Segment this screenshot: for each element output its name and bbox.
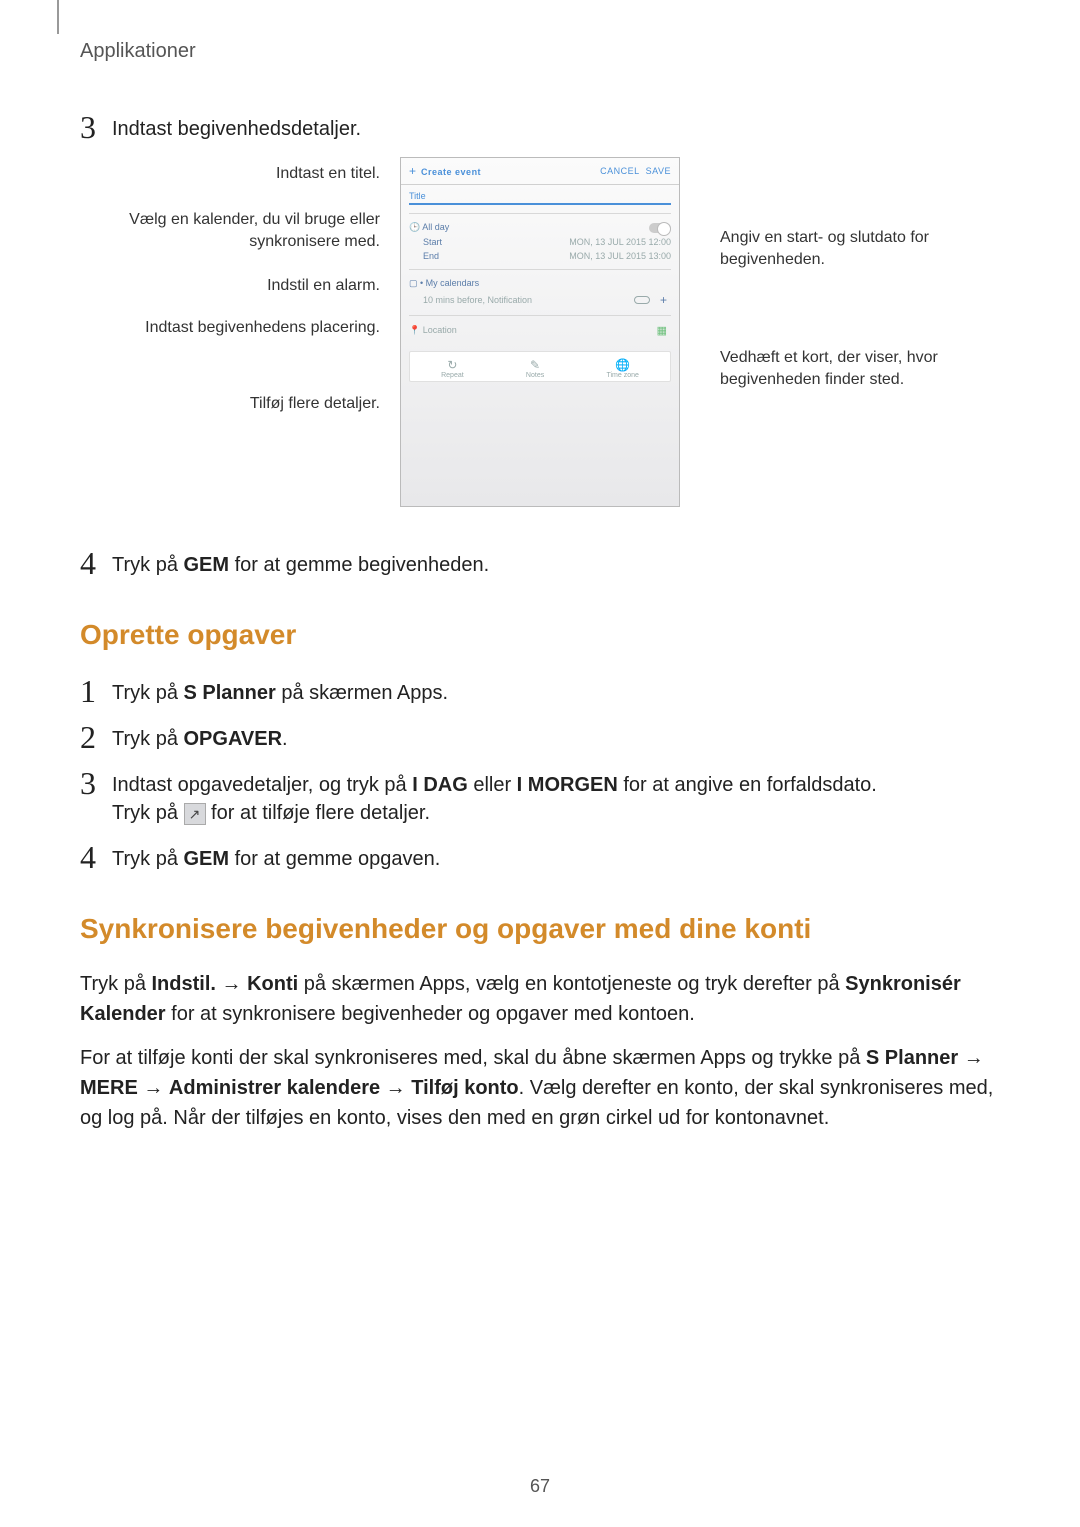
- t: GEM: [184, 554, 230, 576]
- mock-save: SAVE: [646, 166, 671, 176]
- step-number: 2: [80, 721, 112, 753]
- mock-allday: All day: [422, 222, 449, 232]
- mock-end-date: MON, 13 JUL 2015 13:00: [569, 251, 671, 261]
- t: Tryk på: [112, 682, 184, 704]
- mock-start: Start: [423, 237, 442, 247]
- mock-mycal: My calendars: [426, 278, 480, 288]
- step-number: 4: [80, 841, 112, 873]
- t: MERE: [80, 1077, 138, 1099]
- step-number: 4: [80, 547, 112, 579]
- t: Tryk på: [80, 973, 152, 995]
- callout-map: Vedhæft et kort, der viser, hvor begiven…: [720, 347, 980, 391]
- arrow-icon: →: [216, 973, 247, 995]
- callout-alarm: Indstil en alarm.: [120, 275, 380, 297]
- expand-icon: ↗: [184, 803, 206, 825]
- section-heading-sync: Synkronisere begivenheder og opgaver med…: [80, 913, 1000, 945]
- plus-icon: +: [409, 164, 416, 178]
- step-text: Tryk på GEM for at gemme begivenheden.: [112, 547, 489, 579]
- t: for at gemme begivenheden.: [229, 554, 489, 576]
- t: for at synkronisere begivenheder og opga…: [166, 1003, 695, 1025]
- t: Tryk på: [112, 554, 184, 576]
- callout-more: Tilføj flere detaljer.: [120, 393, 380, 415]
- t: Indstil.: [152, 973, 216, 995]
- task-step-3: 3 Indtast opgavedetaljer, og tryk på I D…: [80, 767, 1000, 827]
- phone-mockup: + Create event CANCEL SAVE Title 🕒 All d…: [400, 157, 680, 507]
- mock-cancel: CANCEL: [600, 166, 640, 176]
- plus-icon: +: [660, 293, 671, 307]
- mock-start-date: MON, 13 JUL 2015 12:00: [569, 237, 671, 247]
- step-number: 3: [80, 767, 112, 799]
- t: I MORGEN: [517, 774, 618, 796]
- t: for at gemme opgaven.: [229, 848, 440, 870]
- callout-location: Indtast begivenhedens placering.: [120, 317, 380, 339]
- icn-notes: Notes: [526, 372, 544, 379]
- icn-tz: Time zone: [606, 372, 638, 379]
- arrow-icon: →: [138, 1077, 169, 1099]
- repeat-icon: ↻: [441, 358, 464, 372]
- section-heading-tasks: Oprette opgaver: [80, 619, 1000, 651]
- arrow-icon: →: [380, 1077, 411, 1099]
- t: For at tilføje konti der skal synkronise…: [80, 1047, 866, 1069]
- vertical-page-rule: [57, 0, 59, 34]
- t: for at angive en forfaldsdato.: [618, 774, 877, 796]
- mock-reminder: 10 mins before, Notification: [423, 295, 532, 305]
- t: I DAG: [412, 774, 468, 796]
- mock-title-field: Title: [409, 189, 671, 205]
- globe-icon: 🌐: [606, 358, 638, 372]
- t: OPGAVER: [184, 728, 283, 750]
- toggle-icon: [649, 223, 671, 233]
- t: Konti: [247, 973, 298, 995]
- page-number: 67: [0, 1476, 1080, 1497]
- step-text: Tryk på GEM for at gemme opgaven.: [112, 841, 440, 873]
- task-step-1: 1 Tryk på S Planner på skærmen Apps.: [80, 675, 1000, 707]
- mock-location: Location: [423, 325, 457, 335]
- step-number: 1: [80, 675, 112, 707]
- t: på skærmen Apps, vælg en kontotjeneste o…: [298, 973, 845, 995]
- step-text: Tryk på OPGAVER.: [112, 721, 288, 753]
- sync-paragraph-2: For at tilføje konti der skal synkronise…: [80, 1043, 1000, 1133]
- t: for at tilføje flere detaljer.: [206, 802, 431, 824]
- step-text: Tryk på S Planner på skærmen Apps.: [112, 675, 448, 707]
- task-step-4: 4 Tryk på GEM for at gemme opgaven.: [80, 841, 1000, 873]
- chapter-title: Applikationer: [80, 40, 1000, 63]
- t: på skærmen Apps.: [276, 682, 448, 704]
- t: Tilføj konto: [411, 1077, 518, 1099]
- sync-paragraph-1: Tryk på Indstil. → Konti på skærmen Apps…: [80, 969, 1000, 1029]
- step-4: 4 Tryk på GEM for at gemme begivenheden.: [80, 547, 1000, 579]
- t: eller: [468, 774, 517, 796]
- t: Tryk på: [112, 802, 184, 824]
- figure-create-event: Indtast en titel. Vælg en kalender, du v…: [80, 157, 1000, 507]
- t: S Planner: [866, 1047, 958, 1069]
- callout-dates: Angiv en start- og slutdato for begivenh…: [720, 227, 980, 271]
- step-3: 3 Indtast begivenhedsdetaljer.: [80, 111, 1000, 143]
- icn-repeat: Repeat: [441, 372, 464, 379]
- map-icon: ▦: [657, 324, 671, 337]
- step-text: Indtast opgavedetaljer, og tryk på I DAG…: [112, 767, 877, 827]
- step-number: 3: [80, 111, 112, 143]
- notes-icon: ✎: [526, 358, 544, 372]
- callout-title: Indtast en titel.: [120, 163, 380, 185]
- callout-calendar: Vælg en kalender, du vil bruge eller syn…: [120, 209, 380, 253]
- t: Tryk på: [112, 728, 184, 750]
- mock-create-event: Create event: [421, 167, 481, 177]
- t: .: [282, 728, 288, 750]
- t: S Planner: [184, 682, 276, 704]
- step-text: Indtast begivenhedsdetaljer.: [112, 111, 361, 143]
- mock-toolbar: ↻Repeat ✎Notes 🌐Time zone: [409, 351, 671, 382]
- task-step-2: 2 Tryk på OPGAVER.: [80, 721, 1000, 753]
- t: Indtast opgavedetaljer, og tryk på: [112, 774, 412, 796]
- t: Administrer kalendere: [169, 1077, 380, 1099]
- pill-icon: [634, 296, 650, 304]
- t: GEM: [184, 848, 230, 870]
- arrow-icon: →: [958, 1047, 984, 1069]
- mock-end: End: [423, 251, 439, 261]
- t: Tryk på: [112, 848, 184, 870]
